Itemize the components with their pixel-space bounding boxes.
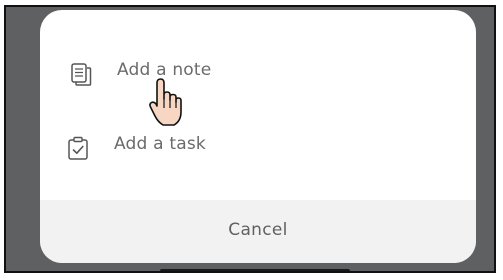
screen-frame: Add a note Add a task Cancel	[4, 5, 496, 273]
add-task-label: Add a task	[114, 134, 206, 154]
task-checklist-icon	[68, 136, 88, 160]
add-note-label: Add a note	[117, 60, 212, 80]
note-icon	[71, 63, 92, 86]
action-sheet: Add a note Add a task Cancel	[40, 10, 476, 263]
add-note-option[interactable]: Add a note	[40, 43, 476, 103]
cancel-button[interactable]: Cancel	[40, 200, 476, 263]
cancel-label: Cancel	[228, 220, 288, 240]
home-indicator	[160, 269, 350, 271]
add-task-option[interactable]: Add a task	[40, 117, 476, 177]
